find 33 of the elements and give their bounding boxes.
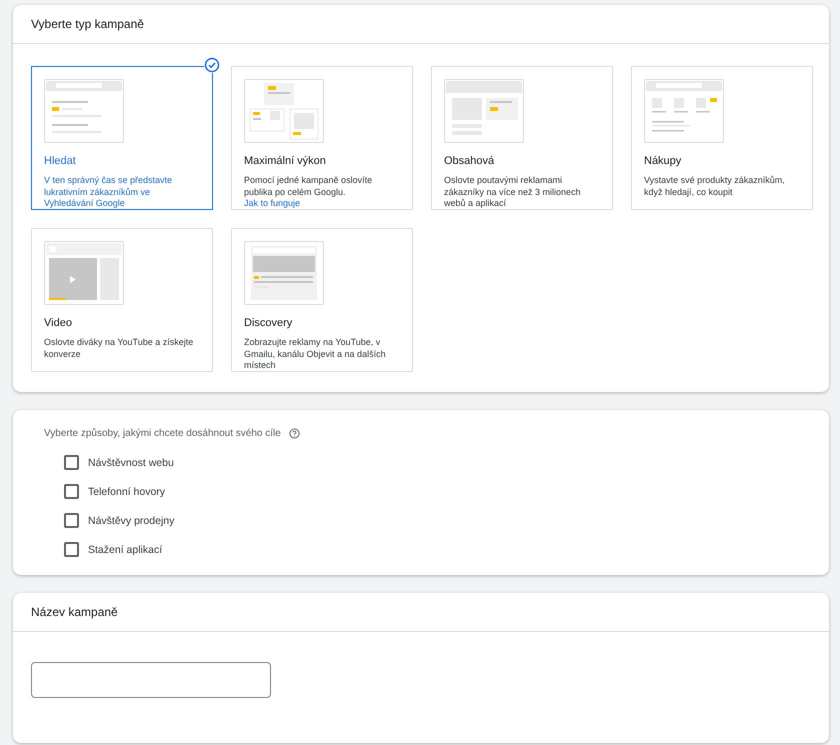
option-description: Oslovte diváky na YouTube a získejte konverze	[44, 337, 194, 360]
card-title: Název kampaně	[13, 593, 829, 632]
option-description: Pomocí jedné kampaně oslovíte publika po celém Googlu. Jak to funguje	[244, 175, 374, 210]
checkbox-label: Návštěvnost webu	[88, 456, 174, 468]
checkbox[interactable]	[64, 455, 79, 470]
checkbox-label: Telefonní hovory	[88, 486, 166, 498]
card-title: Vyberte typ kampaně	[13, 5, 829, 44]
campaign-type-option[interactable]: Maximální výkon Pomocí jedné kampaně oslovíte publika po celém Googlu. Jak to funguje	[231, 66, 413, 210]
check-circle-icon	[204, 57, 220, 73]
campaign-name-field[interactable]	[31, 662, 271, 698]
campaign-type-option[interactable]: Obsahová Oslovte poutavými reklamami zákazníky na více než 3 milionech webů a aplikací	[431, 66, 613, 210]
checkbox-label: Stažení aplikací	[88, 544, 162, 556]
checkbox[interactable]	[64, 513, 79, 528]
learn-more-link[interactable]: Jak to funguje	[244, 198, 300, 208]
option-description: V ten správný čas se představte lukrativním zákazníkům ve Vyhledávání Google	[44, 175, 174, 210]
campaign-type-option[interactable]: Discovery Zobrazujte reklamy na YouTube, v Gmailu, kanálu Objevit a na dalších místech	[231, 228, 413, 372]
campaign-type-option[interactable]: Video Oslovte diváky na YouTube a získejte konverze	[31, 228, 213, 372]
option-description: Vystavte své produkty zákazníkům, když hledají, co koupit	[644, 175, 786, 198]
goals-question: Vyberte způsoby, jakými chcete dosáhnout svého cíle	[44, 428, 281, 439]
checkbox-label: Návštěvy prodejny	[88, 514, 174, 526]
option-title: Obsahová	[444, 155, 496, 167]
campaign-type-option[interactable]: Hledat V ten správný čas se představte lukrativním zákazníkům ve Vyhledávání Google	[31, 66, 213, 210]
option-description: Oslovte poutavými reklamami zákazníky na více než 3 milionech webů a aplikací	[444, 175, 582, 210]
option-title: Discovery	[244, 317, 294, 329]
checkbox[interactable]	[64, 542, 79, 557]
help-icon[interactable]	[288, 428, 300, 439]
checkbox[interactable]	[64, 484, 79, 499]
option-title: Hledat	[44, 155, 77, 167]
option-title: Maximální výkon	[244, 155, 327, 167]
option-description: Zobrazujte reklamy na YouTube, v Gmailu, kanálu Objevit a na dalších místech	[244, 337, 387, 372]
option-title: Nákupy	[644, 155, 682, 167]
option-title: Video	[44, 317, 73, 329]
campaign-type-option[interactable]: Nákupy Vystavte své produkty zákazníkům, když hledají, co koupit	[631, 66, 813, 210]
